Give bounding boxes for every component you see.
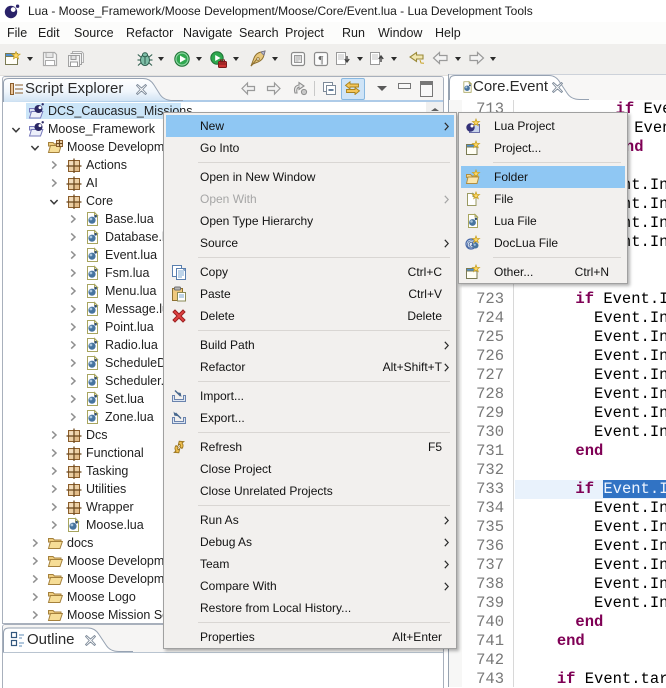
- svg-text:¶: ¶: [319, 54, 324, 66]
